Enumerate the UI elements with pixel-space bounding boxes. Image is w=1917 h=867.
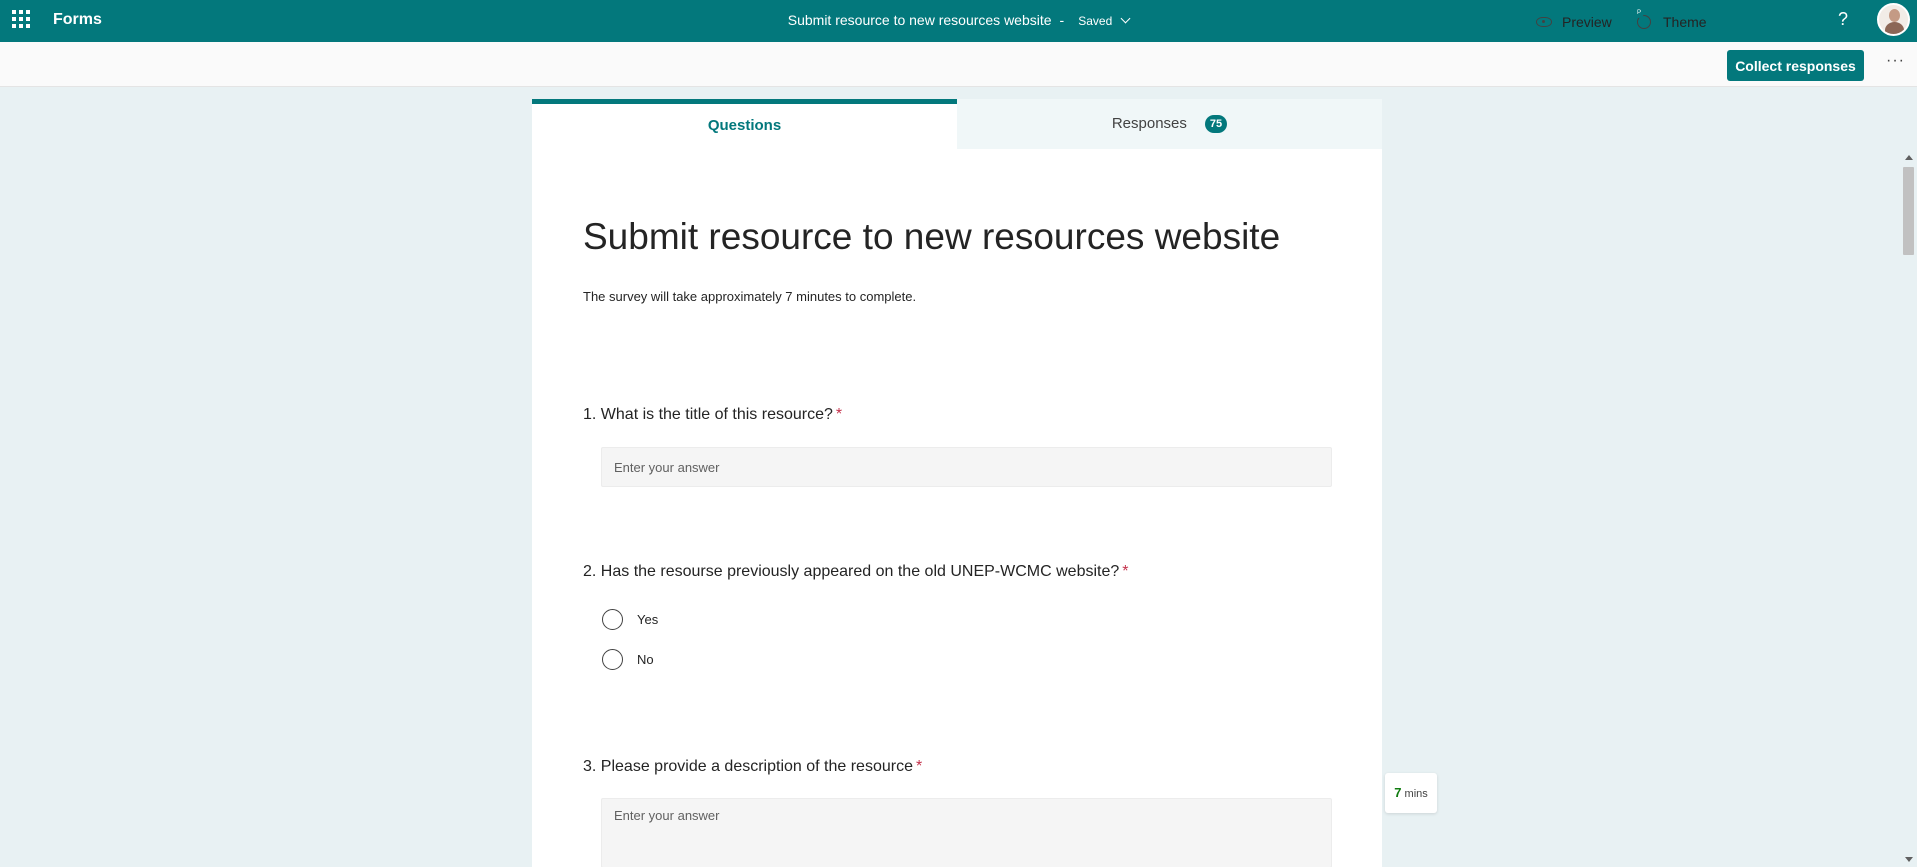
option-label: No xyxy=(637,652,654,667)
estimated-time-value: 7 xyxy=(1394,785,1402,800)
form-canvas: Questions Responses 75 Submit resource to… xyxy=(532,99,1382,867)
help-icon[interactable]: ? xyxy=(1838,9,1848,30)
theme-label: Theme xyxy=(1663,14,1707,30)
required-mark: * xyxy=(835,406,843,423)
command-bar xyxy=(0,42,1917,87)
tab-responses[interactable]: Responses 75 xyxy=(957,99,1382,149)
option-label: Yes xyxy=(637,612,659,627)
estimated-time-badge: 7 mins xyxy=(1385,773,1437,813)
tab-responses-label: Responses xyxy=(1111,115,1187,132)
question-number: 3. xyxy=(583,758,597,775)
question-2-title[interactable]: 2. Has the resourse previously appeared … xyxy=(583,563,1129,581)
avatar[interactable] xyxy=(1877,3,1910,36)
form-title[interactable]: Submit resource to new resources website xyxy=(583,216,1280,258)
question-number: 1. xyxy=(583,406,597,423)
option-no[interactable]: No xyxy=(602,649,654,670)
app-bar: Forms Submit resource to new resources w… xyxy=(0,0,1917,42)
tab-bar: Questions Responses 75 xyxy=(532,99,1382,149)
save-status: Saved xyxy=(1078,14,1113,28)
page-scrollbar[interactable] xyxy=(1900,152,1917,867)
responses-count-badge: 75 xyxy=(1204,115,1228,133)
theme-palette-icon: P xyxy=(1634,8,1651,29)
question-text: Please provide a description of the reso… xyxy=(600,758,913,775)
required-mark: * xyxy=(915,758,923,775)
scrollbar-thumb[interactable] xyxy=(1903,167,1914,255)
title-separator: - xyxy=(1059,12,1065,28)
form-subtitle[interactable]: The survey will take approximately 7 min… xyxy=(583,289,916,304)
scroll-up-icon[interactable] xyxy=(1905,155,1913,160)
theme-badge: P xyxy=(1634,8,1644,18)
estimated-time-unit: mins xyxy=(1404,788,1428,800)
radio-icon[interactable] xyxy=(602,609,623,630)
tab-questions[interactable]: Questions xyxy=(532,99,957,149)
collect-responses-button[interactable]: Collect responses xyxy=(1727,50,1864,81)
question-1-title[interactable]: 1. What is the title of this resource? * xyxy=(583,406,842,424)
tab-questions-label: Questions xyxy=(707,117,782,134)
document-title: Submit resource to new resources website xyxy=(787,12,1052,28)
radio-icon[interactable] xyxy=(602,649,623,670)
question-text: What is the title of this resource? xyxy=(600,406,833,423)
scroll-down-icon[interactable] xyxy=(1905,857,1913,862)
preview-eye-icon xyxy=(1536,17,1552,27)
document-title-area[interactable]: Submit resource to new resources website… xyxy=(0,12,1917,28)
option-yes[interactable]: Yes xyxy=(602,609,658,630)
more-icon[interactable]: ··· xyxy=(1886,52,1905,70)
question-text: Has the resourse previously appeared on … xyxy=(600,563,1120,580)
required-mark: * xyxy=(1122,563,1129,580)
question-1-answer-input[interactable]: Enter your answer xyxy=(601,447,1332,487)
question-3-answer-input[interactable]: Enter your answer xyxy=(601,798,1332,867)
chevron-down-icon[interactable] xyxy=(1120,13,1131,24)
preview-label: Preview xyxy=(1562,14,1612,30)
question-number: 2. xyxy=(583,563,597,580)
theme-button[interactable]: P Theme xyxy=(1634,8,1707,30)
question-3-title[interactable]: 3. Please provide a description of the r… xyxy=(583,758,922,776)
preview-button[interactable]: Preview xyxy=(1536,14,1612,30)
